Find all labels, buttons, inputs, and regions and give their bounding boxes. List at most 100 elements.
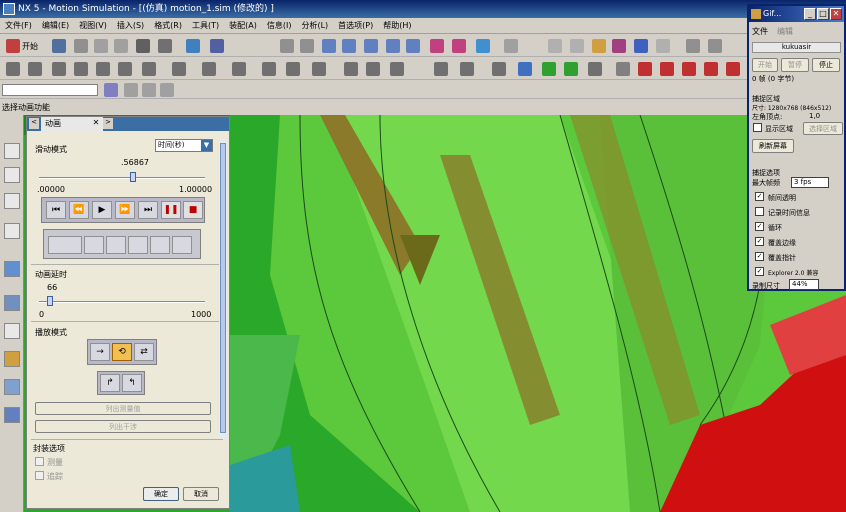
panel-scrollbar[interactable] [219, 139, 227, 439]
step-forward-icon[interactable] [704, 62, 718, 76]
color-icon[interactable] [4, 351, 20, 367]
arrow-right-icon[interactable] [564, 62, 578, 76]
tool-icon[interactable] [390, 62, 404, 76]
snap-icon[interactable] [634, 39, 648, 53]
gif-menu-edit[interactable]: 编辑 [777, 26, 793, 37]
tool-icon[interactable] [210, 39, 224, 53]
menu-insert[interactable]: 插入(S) [112, 18, 149, 34]
snap-icon[interactable] [570, 39, 584, 53]
tool-icon[interactable] [160, 83, 174, 97]
delete-icon[interactable] [136, 39, 150, 53]
menu-analysis[interactable]: 分析(L) [296, 18, 333, 34]
stop-icon[interactable]: ■ [183, 201, 203, 219]
tool-icon[interactable] [588, 62, 602, 76]
list-measurements-button[interactable]: 列出测量值 [35, 402, 211, 415]
navigator-icon[interactable] [4, 143, 20, 159]
menu-file[interactable]: 文件(F) [0, 18, 37, 34]
stop-icon[interactable] [616, 62, 630, 76]
palette-icon[interactable] [4, 323, 20, 339]
spring-icon[interactable] [142, 62, 156, 76]
menu-preferences[interactable]: 首选项(P) [333, 18, 378, 34]
tab-left-arrow[interactable]: < [29, 118, 39, 129]
option-icon[interactable] [106, 236, 126, 254]
tool-icon[interactable] [6, 62, 20, 76]
tool-icon[interactable] [366, 62, 380, 76]
loop-icon[interactable]: ⟲ [112, 343, 132, 361]
copy-icon[interactable] [94, 39, 108, 53]
trace-checkbox[interactable] [35, 471, 44, 480]
ok-button[interactable]: 确定 [143, 487, 179, 501]
option-icon[interactable] [172, 236, 192, 254]
fit-icon[interactable] [322, 39, 336, 53]
gif-pause-button[interactable]: 暂停 [781, 58, 809, 72]
render-icon[interactable] [452, 39, 466, 53]
cover-cursor-checkbox[interactable]: ✓ [755, 252, 764, 261]
gif-stop-button[interactable]: 停止 [812, 58, 840, 72]
snap-icon[interactable] [612, 39, 626, 53]
view-icon[interactable] [406, 39, 420, 53]
cut-icon[interactable] [74, 39, 88, 53]
gif-start-button[interactable]: 开始 [752, 58, 778, 72]
record-size-select[interactable]: 44% [789, 279, 819, 290]
close-icon[interactable]: ✕ [830, 8, 842, 20]
skip-to-start-icon[interactable]: ⏮ [46, 201, 66, 219]
minimize-icon[interactable]: _ [804, 8, 816, 20]
tool-icon[interactable] [312, 62, 326, 76]
pause-icon[interactable]: ❚❚ [161, 201, 181, 219]
tool-icon[interactable] [344, 62, 358, 76]
menu-edit[interactable]: 编辑(E) [37, 18, 74, 34]
reverse-icon[interactable]: ⇄ [134, 343, 154, 361]
tab-right-arrow[interactable]: > [103, 118, 113, 129]
tool-icon[interactable] [74, 62, 88, 76]
refresh-screen-button[interactable]: 刷新屏幕 [752, 139, 794, 153]
backward-icon[interactable]: ↰ [122, 374, 142, 392]
tool-icon[interactable] [686, 39, 700, 53]
snap-icon[interactable] [592, 39, 606, 53]
cover-border-checkbox[interactable]: ✓ [755, 237, 764, 246]
navigator-icon[interactable] [4, 193, 20, 209]
tool-icon[interactable] [52, 62, 66, 76]
measure-checkbox[interactable] [35, 457, 44, 466]
show-area-checkbox[interactable] [753, 123, 762, 132]
grid-icon[interactable] [518, 62, 532, 76]
menu-format[interactable]: 格式(R) [149, 18, 187, 34]
tool-icon[interactable] [232, 62, 246, 76]
gif-menu-file[interactable]: 文件 [752, 26, 768, 37]
tool-icon[interactable] [202, 62, 216, 76]
web-icon[interactable] [4, 261, 20, 277]
cancel-button[interactable]: 取消 [183, 487, 219, 501]
tool-icon[interactable] [142, 83, 156, 97]
tool-icon[interactable] [96, 62, 110, 76]
rotate-icon[interactable] [364, 39, 378, 53]
time-slider-track[interactable] [39, 177, 205, 179]
tool-icon[interactable] [172, 62, 186, 76]
delay-slider-track[interactable] [39, 301, 205, 303]
explorer-compat-checkbox[interactable]: ✓ [755, 267, 764, 276]
time-slider-thumb[interactable] [130, 172, 137, 182]
menu-view[interactable]: 视图(V) [74, 18, 112, 34]
step-forward-icon[interactable]: ⏩ [115, 201, 135, 219]
menu-info[interactable]: 信息(I) [262, 18, 297, 34]
paste-icon[interactable] [114, 39, 128, 53]
step-back-icon[interactable] [660, 62, 674, 76]
play-icon[interactable] [682, 62, 696, 76]
delay-slider-thumb[interactable] [46, 296, 53, 306]
max-fps-select[interactable]: 3 fps [791, 177, 829, 188]
tool-icon[interactable] [434, 62, 448, 76]
navigator-icon[interactable] [4, 167, 20, 183]
save-icon[interactable] [52, 39, 66, 53]
tool-icon[interactable] [104, 83, 118, 97]
tool-icon[interactable] [186, 39, 200, 53]
list-interference-button[interactable]: 列出干涉 [35, 420, 211, 433]
tool-icon[interactable] [118, 62, 132, 76]
transparent-checkbox[interactable]: ✓ [755, 192, 764, 201]
role-icon[interactable] [4, 379, 20, 395]
log-time-checkbox[interactable] [755, 207, 764, 216]
history-icon[interactable] [4, 295, 20, 311]
menu-tools[interactable]: 工具(T) [187, 18, 224, 34]
tool-icon[interactable] [708, 39, 722, 53]
skip-start-icon[interactable] [638, 62, 652, 76]
loop-checkbox[interactable]: ✓ [755, 222, 764, 231]
view-icon[interactable] [280, 39, 294, 53]
menu-assembly[interactable]: 装配(A) [224, 18, 262, 34]
